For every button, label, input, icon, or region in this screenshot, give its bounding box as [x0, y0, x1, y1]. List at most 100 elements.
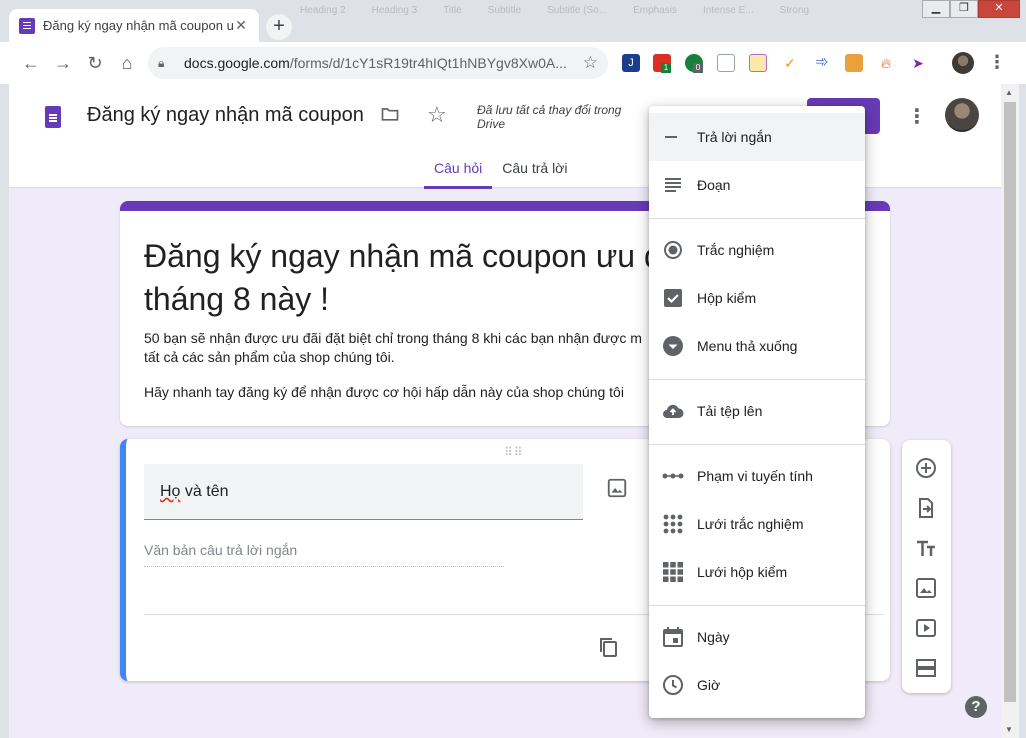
- linear-scale-icon: [649, 452, 697, 500]
- background-tab: Title: [443, 5, 462, 16]
- grid-dots-icon: [649, 500, 697, 548]
- browser-tab-active[interactable]: Đăng ký ngay nhận mã coupon ư ✕: [9, 9, 259, 42]
- browser-profile-avatar[interactable]: [952, 52, 974, 74]
- background-tab: Subtitle (So...: [547, 5, 608, 16]
- menu-item-label: Menu thả xuống: [697, 338, 798, 354]
- description-line: tất cả các sản phẩm của shop chúng tôi.: [144, 349, 395, 365]
- add-image-icon[interactable]: [914, 576, 938, 600]
- menu-item-label: Giờ: [697, 677, 721, 693]
- extension-check-icon[interactable]: 0: [685, 54, 703, 73]
- menu-item-file-upload[interactable]: Tải tệp lên: [649, 387, 865, 435]
- short-answer-placeholder: Văn bản câu trả lời ngắn: [144, 542, 504, 567]
- add-items-toolbar: [902, 440, 951, 693]
- add-video-icon[interactable]: [914, 616, 938, 640]
- folder-icon[interactable]: [379, 104, 401, 124]
- extension-arrow-icon[interactable]: ➾: [813, 54, 831, 72]
- bookmark-star-icon[interactable]: ☆: [583, 53, 598, 73]
- background-tab: Heading 3: [371, 5, 418, 16]
- form-title-line: Đăng ký ngay nhận mã coupon ưu đ: [144, 238, 662, 274]
- menu-item-multiple-choice[interactable]: Trắc nghiệm: [649, 226, 865, 274]
- duplicate-icon[interactable]: [596, 635, 620, 659]
- extension-notes-icon[interactable]: [749, 54, 767, 72]
- add-title-icon[interactable]: [914, 536, 938, 560]
- extension-cursor-icon[interactable]: ➤: [909, 54, 927, 72]
- window-controls: ▁ ❐ ✕: [922, 0, 1020, 18]
- short-answer-icon: [649, 113, 697, 161]
- question-type-menu: Trả lời ngắn Đoạn Trắc nghiệm Hộp kiểm M…: [649, 106, 865, 718]
- extension-fire-icon[interactable]: 🔥︎: [877, 54, 895, 72]
- save-status: Đã lưu tất cả thay đổi trong Drive: [477, 103, 622, 131]
- scroll-up-arrow-icon[interactable]: ▲: [1005, 88, 1013, 97]
- add-section-icon[interactable]: [914, 656, 938, 680]
- home-icon[interactable]: ⌂: [112, 48, 142, 78]
- extension-shield-icon[interactable]: 1: [653, 54, 671, 73]
- account-avatar[interactable]: [945, 98, 979, 132]
- page-scrollbar[interactable]: ▲ ▼: [1001, 84, 1019, 738]
- menu-item-checkboxes[interactable]: Hộp kiểm: [649, 274, 865, 322]
- forward-arrow-icon[interactable]: →: [48, 48, 78, 78]
- checkbox-icon: [649, 274, 697, 322]
- form-title-line: tháng 8 này !: [144, 281, 330, 317]
- menu-item-paragraph[interactable]: Đoạn: [649, 161, 865, 209]
- menu-item-dropdown[interactable]: Menu thả xuống: [649, 322, 865, 370]
- extension-square-icon[interactable]: [845, 54, 863, 72]
- menu-item-label: Tải tệp lên: [697, 403, 763, 419]
- extension-clipboard-icon[interactable]: [717, 54, 735, 72]
- close-tab-icon[interactable]: ✕: [233, 17, 249, 34]
- browser-menu-icon[interactable]: ⋮: [988, 52, 1006, 73]
- help-icon[interactable]: ?: [965, 696, 987, 718]
- form-tabs: Câu hỏi Câu trả lời: [424, 152, 577, 189]
- address-bar[interactable]: 🔒︎ docs.google.com/forms/d/1cY1sR19tr4hI…: [148, 47, 608, 79]
- tab-responses[interactable]: Câu trả lời: [492, 152, 577, 189]
- back-arrow-icon[interactable]: ←: [16, 48, 46, 78]
- menu-item-label: Lưới hộp kiểm: [697, 564, 788, 580]
- form-title[interactable]: Đăng ký ngay nhận mã coupon ưu đ tháng 8…: [144, 235, 684, 321]
- url-host: docs.google.com: [184, 55, 290, 71]
- question-title-spellcheck: Họ: [160, 483, 181, 500]
- menu-item-multiple-choice-grid[interactable]: Lưới trắc nghiệm: [649, 500, 865, 548]
- maximize-window-button[interactable]: ❐: [950, 0, 978, 18]
- background-tab: Emphasis: [633, 5, 678, 16]
- extension-person-icon[interactable]: ✓: [781, 54, 799, 72]
- drag-handle-icon[interactable]: ⠿⠿: [504, 445, 524, 459]
- menu-item-checkbox-grid[interactable]: Lưới hộp kiểm: [649, 548, 865, 596]
- google-forms-favicon-icon: [19, 17, 35, 34]
- menu-divider: [649, 444, 865, 445]
- add-question-icon[interactable]: [914, 456, 938, 480]
- calendar-icon: [649, 613, 697, 661]
- question-title-input[interactable]: Họ và tên: [144, 464, 583, 520]
- dropdown-icon: [649, 322, 697, 370]
- menu-item-label: Lưới trắc nghiệm: [697, 516, 804, 532]
- menu-item-linear-scale[interactable]: Phạm vi tuyến tính: [649, 452, 865, 500]
- import-questions-icon[interactable]: [914, 496, 938, 520]
- question-title-text: và tên: [180, 483, 229, 500]
- scrollbar-thumb[interactable]: [1004, 102, 1016, 702]
- scroll-down-arrow-icon[interactable]: ▼: [1005, 725, 1013, 734]
- star-icon[interactable]: ☆: [427, 102, 447, 128]
- more-options-icon[interactable]: ⋮: [907, 104, 927, 129]
- menu-item-label: Phạm vi tuyến tính: [697, 468, 813, 484]
- close-window-button[interactable]: ✕: [978, 0, 1020, 18]
- tab-questions[interactable]: Câu hỏi: [424, 152, 493, 189]
- menu-item-label: Trắc nghiệm: [697, 242, 775, 258]
- form-name[interactable]: Đăng ký ngay nhận mã coupon ư: [87, 104, 367, 127]
- browser-tab-title: Đăng ký ngay nhận mã coupon ư: [43, 18, 233, 33]
- menu-item-time[interactable]: Giờ: [649, 661, 865, 709]
- forms-logo-icon[interactable]: [45, 106, 61, 128]
- description-line: 50 bạn sẽ nhận được ưu đãi đặt biệt chỉ …: [144, 330, 642, 346]
- reload-icon[interactable]: ↻: [80, 48, 110, 78]
- minimize-window-button[interactable]: ▁: [922, 0, 950, 18]
- add-image-icon[interactable]: [606, 477, 628, 499]
- form-description[interactable]: 50 bạn sẽ nhận được ưu đãi đặt biệt chỉ …: [144, 329, 664, 367]
- extension-badge: 1: [661, 63, 671, 73]
- menu-divider: [649, 379, 865, 380]
- url-path: /forms/d/1cY1sR19tr4hIQt1hNBYgv8Xw0A...: [289, 55, 567, 71]
- grid-squares-icon: [649, 548, 697, 596]
- description-line: Hãy nhanh tay đăng ký để nhận được cơ hộ…: [144, 384, 624, 400]
- new-tab-button[interactable]: +: [266, 14, 292, 40]
- paragraph-icon: [649, 161, 697, 209]
- menu-item-short-answer[interactable]: Trả lời ngắn: [649, 113, 865, 161]
- background-tab: Subtitle: [487, 5, 522, 16]
- extension-j-icon[interactable]: J: [622, 54, 640, 72]
- menu-item-date[interactable]: Ngày: [649, 613, 865, 661]
